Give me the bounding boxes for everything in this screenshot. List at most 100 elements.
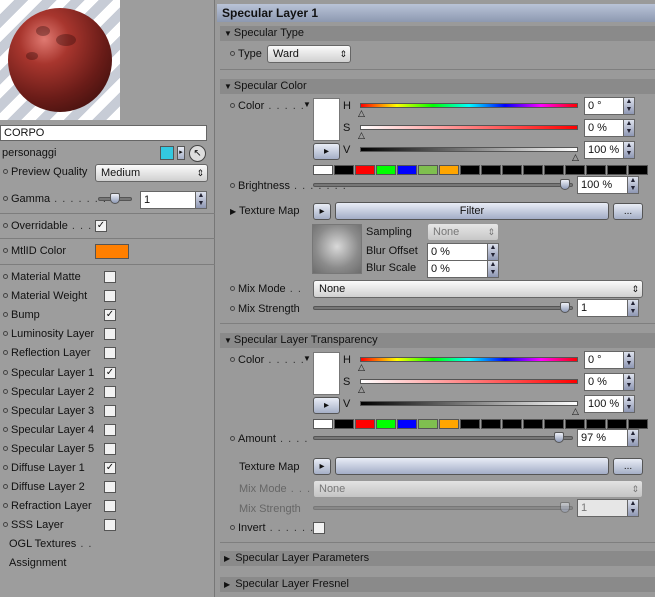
expand-triangle-icon[interactable]: ▶ [230,207,236,216]
spinner-arrows-icon[interactable]: ▲ ▼ [623,120,634,136]
preset-color-swatch[interactable] [397,419,417,429]
hue-slider[interactable] [360,103,578,108]
specular-color-header[interactable]: ▼ Specular Color [220,79,655,94]
specular-type-header[interactable]: ▼ Specular Type [220,26,655,41]
color-picker-button[interactable]: ▸ [313,143,340,160]
saturation-input[interactable]: 0 % ▲ ▼ [584,119,635,137]
preset-color-swatch[interactable] [355,165,375,175]
hue-thumb-icon[interactable]: △ [358,108,365,119]
value-slider[interactable] [360,401,578,406]
brightness-slider-track[interactable] [313,183,573,187]
preset-color-swatch[interactable] [397,165,417,175]
hue-input[interactable]: 0 ° ▲ ▼ [584,351,635,369]
gamma-input[interactable]: 1 ▲ ▼ [140,191,207,209]
layer-checkbox[interactable] [104,423,116,436]
saturation-input[interactable]: 0 % ▲ ▼ [584,373,635,391]
spinner-arrows-icon[interactable]: ▲ ▼ [623,142,634,158]
preset-color-swatch[interactable] [523,165,543,175]
spinner-arrows-icon[interactable]: ▲ ▼ [627,177,638,193]
preset-color-swatch[interactable] [481,419,501,429]
brightness-slider-thumb[interactable] [560,179,570,190]
preset-color-swatch[interactable] [460,419,480,429]
preset-color-swatch[interactable] [628,419,648,429]
preset-color-swatch[interactable] [376,419,396,429]
specular-parameters-header[interactable]: ▶ Specular Layer Parameters [220,551,655,566]
mtlid-color-swatch[interactable] [95,244,129,259]
material-name-field[interactable]: CORPO [0,125,207,141]
transparency-mix-mode-dropdown[interactable]: None ⇕ [313,480,643,498]
layer-checkbox[interactable] [104,271,116,283]
texture-more-button[interactable]: ... [613,458,643,475]
layer-checkbox[interactable] [104,404,116,417]
layer-checkbox[interactable]: ✓ [104,366,116,379]
spinner-arrows-icon[interactable]: ▲ ▼ [487,244,498,260]
spinner-arrows-icon[interactable]: ▲ ▼ [623,98,634,114]
spinner-arrows-icon[interactable]: ▲ ▼ [627,300,638,316]
assignment-row[interactable]: Assignment [0,554,66,573]
saturation-thumb-icon[interactable]: △ [358,384,365,395]
preset-color-swatch[interactable] [418,165,438,175]
preset-color-swatch[interactable] [313,419,333,429]
assignment-label[interactable]: Assignment [0,557,66,569]
mix-strength-slider-thumb[interactable] [560,302,570,313]
layer-checkbox[interactable]: ✓ [104,309,116,322]
layer-checkbox[interactable] [104,385,116,398]
transparency-mix-strength-thumb[interactable] [560,502,570,513]
preset-color-swatch[interactable] [523,419,543,429]
transparency-color-swatch[interactable] [313,352,340,395]
preset-color-swatch[interactable] [313,165,333,175]
preset-color-swatch[interactable] [544,165,564,175]
preset-color-swatch[interactable] [334,165,354,175]
hue-slider[interactable] [360,357,578,362]
preset-color-swatch[interactable] [544,419,564,429]
mix-strength-input[interactable]: 1 ▲ ▼ [577,299,639,317]
sampling-dropdown[interactable]: None ⇕ [427,223,499,241]
spinner-arrows-icon[interactable]: ▲ ▼ [487,261,498,277]
saturation-slider[interactable] [360,379,578,384]
preset-color-swatch[interactable] [502,419,522,429]
value-slider[interactable] [360,147,578,152]
blur-offset-input[interactable]: 0 % ▲ ▼ [427,243,499,261]
texture-slot-button[interactable] [335,457,609,475]
value-input[interactable]: 100 % ▲ ▼ [584,395,635,413]
layer-checkbox[interactable] [104,328,116,341]
preview-quality-dropdown[interactable]: Medium ⇕ [95,164,208,182]
preset-color-swatch[interactable] [439,165,459,175]
preset-color-swatch[interactable] [502,165,522,175]
hue-input[interactable]: 0 ° ▲ ▼ [584,97,635,115]
gamma-slider-thumb[interactable] [110,193,120,204]
preset-color-swatch[interactable] [334,419,354,429]
pick-cursor-icon[interactable]: ↖ [189,145,206,162]
color-menu-arrow-icon[interactable]: ▼ [303,100,311,109]
texture-thumbnail[interactable] [312,224,362,274]
preset-color-swatch[interactable] [565,165,585,175]
preset-color-swatch[interactable] [355,419,375,429]
preset-color-swatches[interactable] [313,165,648,175]
color-menu-arrow-icon[interactable]: ▼ [303,354,311,363]
preset-color-swatch[interactable] [607,165,627,175]
spinner-arrows-icon[interactable]: ▲ ▼ [623,396,634,412]
texture-more-button[interactable]: ... [613,203,643,220]
preset-color-swatch[interactable] [418,419,438,429]
layer-checkbox[interactable] [104,519,116,532]
blur-scale-input[interactable]: 0 % ▲ ▼ [427,260,499,278]
transparency-mix-strength-track[interactable] [313,506,573,510]
preset-color-swatch[interactable] [481,165,501,175]
preset-color-swatch[interactable] [439,419,459,429]
hue-thumb-icon[interactable]: △ [358,362,365,373]
value-input[interactable]: 100 % ▲ ▼ [584,141,635,159]
spinner-arrows-icon[interactable]: ▲ ▼ [623,352,634,368]
preset-color-swatch[interactable] [586,165,606,175]
transparency-header[interactable]: ▼ Specular Layer Transparency [220,333,655,348]
specular-fresnel-header[interactable]: ▶ Specular Layer Fresnel [220,577,655,592]
texture-filter-button[interactable]: Filter [335,202,609,220]
spinner-arrows-icon[interactable]: ▲ ▼ [627,500,638,516]
preset-color-swatch[interactable] [586,419,606,429]
overridable-checkbox[interactable]: ✓ [95,220,107,232]
spinner-arrows-icon[interactable]: ▲ ▼ [627,430,638,446]
mix-mode-dropdown[interactable]: None ⇕ [313,280,643,298]
spinner-arrows-icon[interactable]: ▲ ▼ [623,374,634,390]
group-menu-arrow-icon[interactable]: ▸ [177,146,185,160]
invert-checkbox[interactable] [313,522,325,534]
preset-color-swatch[interactable] [376,165,396,175]
